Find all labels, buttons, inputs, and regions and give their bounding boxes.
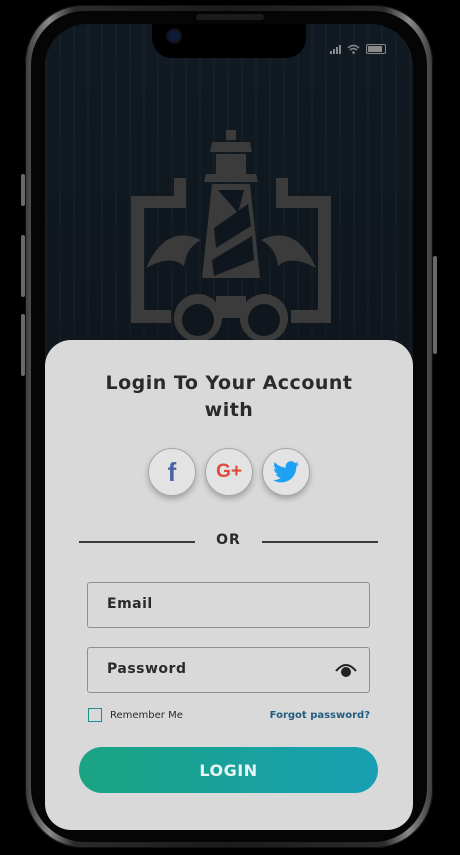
volume-up-button [21,235,25,297]
login-button[interactable]: LOGIN [79,747,378,793]
twitter-icon [273,461,299,483]
mute-switch [21,174,25,206]
facebook-login-button[interactable]: f [148,448,196,496]
power-button [433,256,437,354]
password-field[interactable]: Password [87,647,370,693]
title-line-1: Login To Your Account [105,372,353,394]
lighthouse-logo-icon [131,130,331,342]
or-divider: OR [79,532,378,552]
google-plus-icon: G+ [216,461,242,482]
login-card: Login To Your Account with f G+ OR Email… [45,340,413,830]
password-placeholder: Password [107,661,187,677]
or-label: OR [216,532,241,548]
email-field[interactable]: Email [87,582,370,628]
remember-me[interactable]: Remember Me [88,708,183,722]
status-bar [330,44,386,54]
speaker [196,14,264,20]
signal-icon [330,45,341,54]
forgot-password-link[interactable]: Forgot password? [270,710,370,721]
battery-icon [366,44,386,54]
twitter-login-button[interactable] [262,448,310,496]
page-title: Login To Your Account with [45,370,413,424]
camera [168,30,180,42]
email-placeholder: Email [107,596,153,612]
divider-line-right [262,541,378,543]
remember-me-checkbox[interactable] [88,708,102,722]
remember-me-label: Remember Me [110,709,183,721]
login-button-label: LOGIN [199,760,258,780]
title-line-2: with [204,399,254,421]
eye-icon[interactable] [335,661,357,679]
wifi-icon [347,44,360,54]
google-login-button[interactable]: G+ [205,448,253,496]
volume-down-button [21,314,25,376]
facebook-icon: f [167,456,177,487]
